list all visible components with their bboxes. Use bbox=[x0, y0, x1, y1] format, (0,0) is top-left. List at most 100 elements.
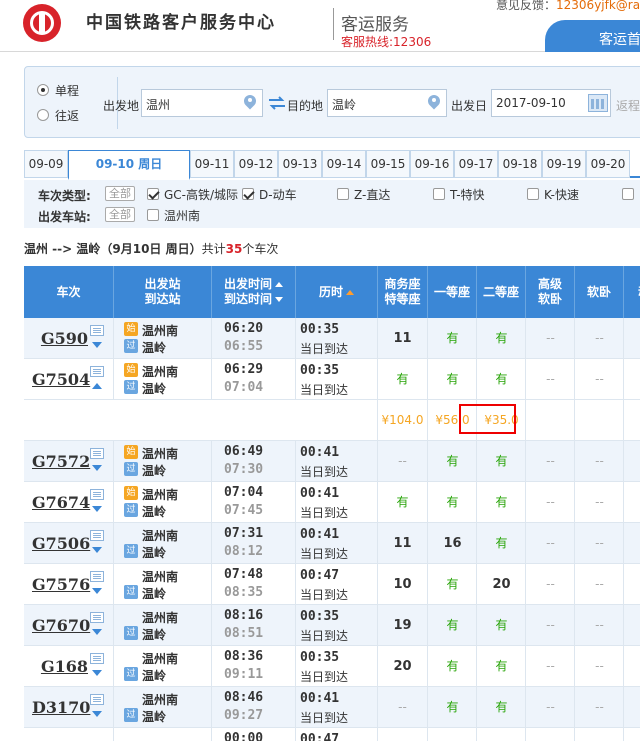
train-number-link[interactable]: G168 bbox=[32, 657, 88, 676]
seat-availability-second[interactable]: 有 bbox=[477, 482, 526, 523]
train-info-icon[interactable] bbox=[90, 694, 104, 705]
to-station[interactable]: 温岭 bbox=[142, 339, 166, 356]
seat-availability-biz[interactable]: 20 bbox=[378, 646, 427, 687]
date-tab[interactable]: 09-09 bbox=[24, 150, 68, 178]
train-info-icon[interactable] bbox=[90, 530, 104, 541]
seat-availability-second[interactable]: 有 bbox=[477, 687, 526, 728]
train-info-icon[interactable] bbox=[90, 489, 104, 500]
seat-availability-first[interactable]: 16 bbox=[428, 523, 477, 564]
seat-availability-biz[interactable]: 11 bbox=[378, 318, 427, 359]
expand-arrow-icon[interactable] bbox=[92, 629, 102, 635]
checkbox-station[interactable] bbox=[147, 209, 159, 221]
from-station-input[interactable]: 温州 bbox=[141, 89, 263, 117]
to-station-input[interactable]: 温岭 bbox=[327, 89, 447, 117]
to-station[interactable]: 温岭 bbox=[142, 626, 166, 643]
header-duration[interactable]: 历时 bbox=[296, 266, 378, 318]
seat-availability-adv[interactable]: -- bbox=[526, 605, 575, 646]
train-number-link[interactable]: G7670 bbox=[32, 616, 90, 635]
type-t-label[interactable]: T-特快 bbox=[450, 186, 485, 203]
seat-availability-adv[interactable]: -- bbox=[526, 482, 575, 523]
feedback-email[interactable]: 12306yjfk@rails. bbox=[556, 0, 640, 12]
train-number-link[interactable]: G7576 bbox=[32, 575, 90, 594]
label-single-trip[interactable]: 单程 bbox=[55, 82, 79, 99]
seat-availability-biz[interactable]: 11 bbox=[378, 523, 427, 564]
seat-availability-second[interactable]: 有 bbox=[477, 441, 526, 482]
checkbox-gc[interactable] bbox=[147, 188, 159, 200]
seat-availability-soft[interactable]: -- bbox=[575, 646, 624, 687]
label-round-trip[interactable]: 往返 bbox=[55, 107, 79, 124]
seat-availability-first[interactable]: 有 bbox=[428, 605, 477, 646]
train-number-link[interactable]: D3170 bbox=[32, 698, 90, 717]
seat-availability-biz[interactable] bbox=[378, 728, 427, 741]
expand-arrow-icon[interactable] bbox=[92, 588, 102, 594]
train-number-link[interactable]: G7572 bbox=[32, 452, 90, 471]
train-type-all-button[interactable]: 全部 bbox=[105, 186, 135, 201]
to-station[interactable]: 温岭 bbox=[142, 585, 166, 602]
expand-arrow-icon[interactable] bbox=[92, 711, 102, 717]
train-info-icon[interactable] bbox=[90, 366, 104, 377]
to-station[interactable]: 温岭 bbox=[142, 380, 166, 397]
date-input[interactable]: 2017-09-10 bbox=[491, 89, 611, 117]
header-arr-sort[interactable]: 到达时间 bbox=[224, 292, 283, 307]
seat-availability-adv[interactable]: -- bbox=[526, 687, 575, 728]
train-info-icon[interactable] bbox=[90, 325, 104, 336]
seat-availability-biz[interactable]: -- bbox=[378, 687, 427, 728]
seat-availability-second[interactable]: 有 bbox=[477, 318, 526, 359]
seat-availability-soft[interactable] bbox=[575, 728, 624, 741]
expand-arrow-icon[interactable] bbox=[92, 342, 102, 348]
date-tab[interactable]: 09-20 bbox=[586, 150, 630, 178]
date-tab[interactable]: 09-17 bbox=[454, 150, 498, 178]
from-station[interactable]: 温州南 bbox=[142, 650, 178, 667]
seat-availability-biz[interactable]: 10 bbox=[378, 564, 427, 605]
seat-availability-first[interactable]: 有 bbox=[428, 441, 477, 482]
type-k-label[interactable]: K-快速 bbox=[544, 186, 579, 203]
expand-arrow-icon[interactable] bbox=[92, 506, 102, 512]
train-info-icon[interactable] bbox=[90, 571, 104, 582]
calendar-icon[interactable] bbox=[588, 94, 608, 112]
train-number-link[interactable]: G590 bbox=[32, 329, 88, 348]
seat-availability-first[interactable]: 有 bbox=[428, 687, 477, 728]
from-station[interactable]: 温州南 bbox=[142, 322, 178, 339]
expand-arrow-icon[interactable] bbox=[92, 383, 102, 389]
seat-availability-adv[interactable] bbox=[526, 728, 575, 741]
seat-availability-second[interactable]: 有 bbox=[477, 646, 526, 687]
seat-availability-biz[interactable]: 19 bbox=[378, 605, 427, 646]
seat-availability-biz[interactable]: 有 bbox=[378, 482, 427, 523]
seat-availability-second[interactable]: 有 bbox=[477, 523, 526, 564]
seat-availability-soft[interactable]: -- bbox=[575, 318, 624, 359]
seat-availability-adv[interactable]: -- bbox=[526, 359, 575, 400]
seat-availability-second[interactable] bbox=[477, 728, 526, 741]
date-tab[interactable]: 09-18 bbox=[498, 150, 542, 178]
from-station[interactable]: 温州南 bbox=[142, 527, 178, 544]
seat-availability-soft[interactable]: -- bbox=[575, 564, 624, 605]
seat-availability-first[interactable] bbox=[428, 728, 477, 741]
checkbox-k[interactable] bbox=[527, 188, 539, 200]
train-info-icon[interactable] bbox=[90, 612, 104, 623]
date-tab[interactable]: 09-11 bbox=[190, 150, 234, 178]
radio-round-trip[interactable] bbox=[37, 109, 49, 121]
type-gc-label[interactable]: GC-高铁/城际 bbox=[164, 186, 238, 203]
seat-availability-soft[interactable]: -- bbox=[575, 687, 624, 728]
to-station[interactable]: 温岭 bbox=[142, 544, 166, 561]
station-label-wenzhounan[interactable]: 温州南 bbox=[164, 207, 200, 224]
expand-arrow-icon[interactable] bbox=[92, 547, 102, 553]
train-info-icon[interactable] bbox=[90, 653, 104, 664]
checkbox-d[interactable] bbox=[242, 188, 254, 200]
header-dep-sort[interactable]: 出发时间 bbox=[224, 277, 283, 292]
seat-availability-adv[interactable]: -- bbox=[526, 441, 575, 482]
seat-availability-first[interactable]: 有 bbox=[428, 318, 477, 359]
feedback-link[interactable]: 意见反馈：12306yjfk@rails. bbox=[496, 0, 640, 13]
train-number-link[interactable]: G7506 bbox=[32, 534, 90, 553]
railway-logo-icon[interactable] bbox=[23, 4, 61, 42]
seat-availability-soft[interactable]: -- bbox=[575, 523, 624, 564]
seat-availability-adv[interactable]: -- bbox=[526, 318, 575, 359]
seat-availability-second[interactable]: 20 bbox=[477, 564, 526, 605]
seat-availability-second[interactable]: 有 bbox=[477, 605, 526, 646]
to-station[interactable]: 温岭 bbox=[142, 667, 166, 684]
seat-availability-first[interactable]: 有 bbox=[428, 564, 477, 605]
from-station[interactable]: 温州南 bbox=[142, 609, 178, 626]
seat-availability-soft[interactable]: -- bbox=[575, 605, 624, 646]
checkbox-t[interactable] bbox=[433, 188, 445, 200]
date-tab[interactable]: 09-16 bbox=[410, 150, 454, 178]
from-station[interactable]: 温州南 bbox=[142, 486, 178, 503]
